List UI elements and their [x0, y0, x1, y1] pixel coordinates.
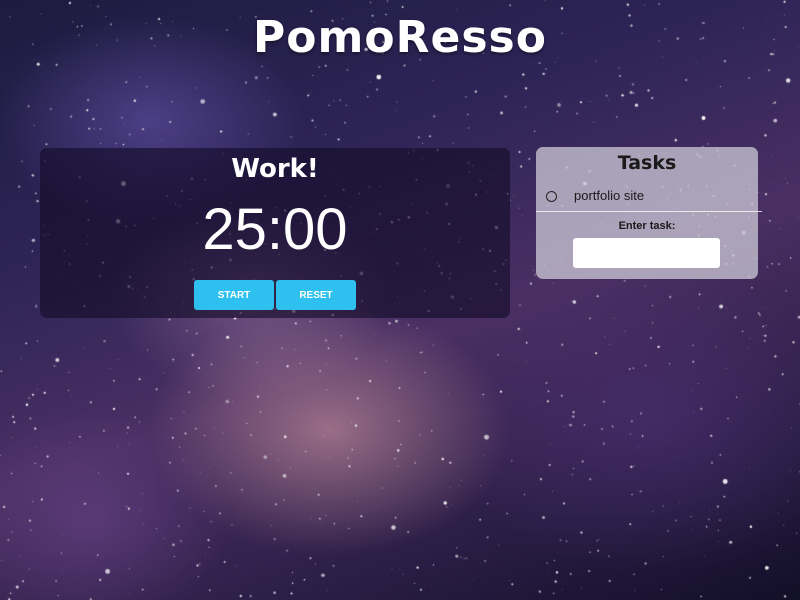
tasks-divider — [536, 211, 762, 212]
tasks-panel: Tasks portfolio site Enter task: — [536, 147, 762, 279]
mode-label: Work! — [231, 154, 319, 184]
task-label: portfolio site — [574, 188, 645, 203]
task-input[interactable] — [573, 238, 720, 268]
time-display: 25:00 — [202, 197, 348, 262]
timer-panel: Work! 25:00 START RESET — [40, 148, 510, 318]
task-item: portfolio site — [536, 185, 758, 211]
task-radio-button[interactable] — [546, 191, 557, 202]
app-title: PomoResso — [253, 12, 547, 63]
enter-task-label: Enter task: — [618, 220, 676, 232]
start-button[interactable]: START — [194, 280, 274, 310]
timer-controls: START RESET — [40, 280, 510, 310]
tasks-title: Tasks — [617, 152, 677, 174]
reset-button[interactable]: RESET — [276, 280, 356, 310]
